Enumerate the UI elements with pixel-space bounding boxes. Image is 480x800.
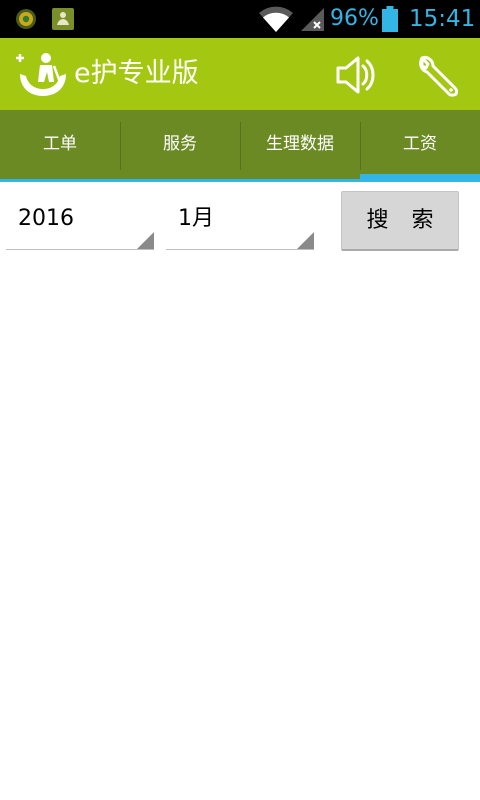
year-value: 2016: [18, 206, 74, 231]
tab-indicator: [240, 179, 360, 182]
app-title: e护专业版: [74, 58, 199, 89]
month-value: 1月: [178, 206, 214, 231]
clock-time: 15:41: [409, 6, 476, 32]
tab-indicator: [360, 174, 480, 182]
month-spinner[interactable]: 1月: [166, 192, 314, 250]
speaker-icon: [336, 56, 375, 94]
tab-salary[interactable]: 工资: [360, 110, 480, 182]
spinner-arrow-icon: [297, 232, 314, 249]
search-button[interactable]: 搜 索: [341, 191, 459, 251]
app-notification-icon: [16, 9, 36, 29]
spinner-underline: [166, 249, 314, 250]
tab-label: 工单: [43, 134, 77, 154]
wifi-icon: [259, 6, 293, 33]
speaker-button[interactable]: [332, 52, 378, 98]
search-button-label: 搜 索: [366, 208, 442, 233]
tab-label: 生理数据: [266, 134, 334, 154]
tab-label: 服务: [163, 134, 197, 154]
tab-bar: 工单 服务 生理数据 工资: [0, 110, 480, 182]
tab-vital-data[interactable]: 生理数据: [240, 110, 360, 182]
year-spinner[interactable]: 2016: [6, 192, 154, 250]
tab-indicator: [0, 179, 120, 182]
app-bar: e护专业版: [0, 38, 480, 110]
settings-button[interactable]: [414, 52, 460, 98]
battery-icon: [382, 6, 398, 32]
caregiver-hands-logo-icon: [16, 53, 66, 96]
tab-service[interactable]: 服务: [120, 110, 240, 182]
gallery-notification-icon: [52, 8, 74, 30]
spinner-underline: [6, 249, 154, 250]
wrench-icon: [419, 56, 459, 97]
signal-icon: [301, 8, 324, 31]
tab-label: 工资: [403, 134, 437, 154]
tab-work-order[interactable]: 工单: [0, 110, 120, 182]
spinner-arrow-icon: [137, 232, 154, 249]
status-bar: 96% 15:41: [0, 0, 480, 38]
tab-indicator: [120, 179, 240, 182]
battery-percent: 96%: [330, 6, 379, 31]
